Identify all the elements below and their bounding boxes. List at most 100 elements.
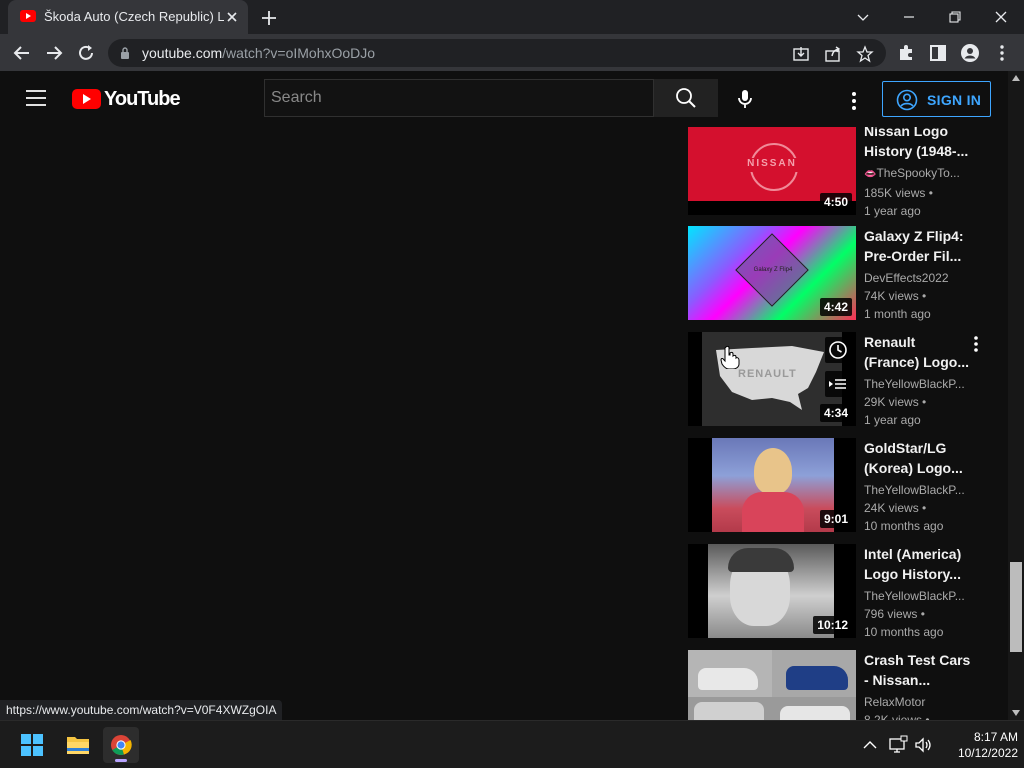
chrome-taskbar-button[interactable] — [103, 727, 139, 763]
settings-more-icon[interactable] — [842, 89, 866, 113]
video-thumbnail[interactable]: Galaxy Z Flip4 4:42 — [688, 226, 856, 320]
system-clock[interactable]: 8:17 AM 10/12/2022 — [938, 729, 1018, 761]
taskbar: 8:17 AM 10/12/2022 — [0, 720, 1024, 768]
video-title[interactable]: GoldStar/LG (Korea) Logo... — [864, 438, 974, 478]
close-window-button[interactable] — [978, 0, 1024, 34]
video-thumbnail[interactable]: 10:12 — [688, 544, 856, 638]
reload-icon[interactable] — [74, 41, 98, 65]
channel-name[interactable]: DevEffects2022 — [864, 269, 974, 287]
scrollbar-thumb[interactable] — [1010, 562, 1022, 652]
clock-time: 8:17 AM — [973, 730, 1018, 744]
sign-in-button[interactable]: SIGN IN — [882, 81, 991, 117]
scroll-down-icon[interactable] — [1012, 710, 1020, 716]
channel-name[interactable]: RelaxMotor — [864, 693, 974, 711]
channel-name[interactable]: TheYellowBlackP... — [864, 587, 974, 605]
account-circle-icon — [896, 89, 918, 111]
video-thumbnail[interactable]: RENAULT 4:34 — [688, 332, 856, 426]
extensions-puzzle-icon[interactable] — [896, 43, 916, 63]
url-text: youtube.com/watch?v=oIMohxOoDJo — [142, 45, 376, 61]
minimize-icon — [904, 16, 914, 18]
search-button[interactable] — [654, 79, 718, 117]
close-icon — [995, 11, 1007, 23]
action-menu-icon[interactable] — [970, 334, 982, 354]
start-button[interactable] — [14, 727, 50, 763]
channel-name[interactable]: 👄TheSpookyTo... — [864, 164, 974, 184]
install-app-icon[interactable] — [792, 45, 810, 63]
add-to-queue-button[interactable] — [825, 371, 851, 397]
browser-tab[interactable]: Škoda Auto (Czech Republic) Logo History — [8, 0, 248, 34]
chrome-icon — [111, 735, 132, 755]
view-count: 796 views • — [864, 607, 925, 621]
restore-button[interactable] — [932, 0, 978, 34]
active-app-indicator — [115, 759, 127, 762]
tab-strip: Škoda Auto (Czech Republic) Logo History — [0, 0, 1024, 34]
list-item[interactable]: NISSAN 4:50 Nissan Logo History (1948-...… — [688, 127, 1008, 218]
watch-later-button[interactable] — [825, 337, 851, 363]
list-item[interactable]: 10:12 Intel (America) Logo History... The… — [688, 544, 1008, 640]
minimize-button[interactable] — [886, 0, 932, 34]
channel-name[interactable]: TheYellowBlackP... — [864, 375, 974, 393]
channel-emoji-icon: 👄 — [864, 169, 877, 180]
view-count: 24K views • — [864, 501, 927, 515]
search-input[interactable] — [265, 80, 653, 116]
video-title[interactable]: Nissan Logo History (1948-... — [864, 127, 974, 161]
youtube-play-icon — [72, 89, 101, 109]
new-tab-icon[interactable] — [258, 7, 280, 29]
scroll-up-icon[interactable] — [1012, 75, 1020, 81]
tab-search-button[interactable] — [840, 0, 886, 34]
channel-name[interactable]: TheYellowBlackP... — [864, 481, 974, 499]
thumbnail-caption: NISSAN — [736, 158, 808, 172]
file-explorer-button[interactable] — [59, 727, 95, 763]
upload-age: 1 year ago — [864, 204, 921, 218]
volume-icon[interactable] — [913, 735, 933, 755]
search-box — [264, 79, 654, 117]
video-duration: 4:34 — [819, 404, 852, 422]
youtube-masthead: YouTube SIGN IN — [0, 71, 1008, 127]
windows-logo-icon — [21, 734, 43, 756]
video-thumbnail[interactable]: NISSAN 4:50 — [688, 127, 856, 215]
menu-icon[interactable] — [26, 90, 46, 106]
network-icon[interactable] — [888, 735, 908, 755]
upload-age: 1 month ago — [864, 307, 931, 321]
video-thumbnail[interactable]: 9:01 — [688, 438, 856, 532]
video-thumbnail[interactable] — [688, 650, 856, 720]
video-duration: 9:01 — [819, 510, 852, 528]
back-arrow-icon[interactable] — [10, 41, 34, 65]
close-tab-icon[interactable] — [224, 9, 240, 25]
sign-in-label: SIGN IN — [927, 92, 982, 108]
thumbnail-caption: RENAULT — [738, 368, 797, 380]
list-item[interactable]: Galaxy Z Flip4 4:42 Galaxy Z Flip4: Pre-O… — [688, 226, 1008, 322]
address-bar[interactable]: youtube.com/watch?v=oIMohxOoDJo — [108, 39, 886, 67]
bookmark-star-icon[interactable] — [856, 45, 874, 63]
lock-icon — [121, 47, 129, 59]
profile-icon[interactable] — [960, 43, 980, 63]
browser-menu-icon[interactable] — [992, 43, 1012, 63]
video-title[interactable]: Galaxy Z Flip4: Pre-Order Fil... — [864, 226, 974, 266]
folder-icon — [67, 737, 89, 754]
video-title[interactable]: Renault (France) Logo... — [864, 332, 974, 372]
browser-toolbar: youtube.com/watch?v=oIMohxOoDJo — [0, 34, 1024, 71]
link-status-bubble: https://www.youtube.com/watch?v=V0F4XWZg… — [0, 700, 283, 720]
show-hidden-icons-icon[interactable] — [860, 735, 880, 755]
video-title[interactable]: Crash Test Cars - Nissan... — [864, 650, 974, 690]
tab-title: Škoda Auto (Czech Republic) Logo History — [44, 9, 224, 24]
youtube-logo[interactable]: YouTube — [72, 88, 181, 110]
forward-arrow-icon[interactable] — [42, 41, 66, 65]
queue-icon — [829, 379, 846, 389]
list-item[interactable]: 9:01 GoldStar/LG (Korea) Logo... TheYello… — [688, 438, 1008, 534]
video-duration: 10:12 — [813, 616, 852, 634]
youtube-favicon-icon — [20, 10, 36, 22]
upload-age: 10 months ago — [864, 625, 944, 639]
logo-text: YouTube — [104, 88, 181, 110]
thumbnail-caption: Galaxy Z Flip4 — [753, 267, 793, 273]
side-panel-icon[interactable] — [928, 43, 948, 63]
video-duration: 4:42 — [819, 298, 852, 316]
share-icon[interactable] — [824, 45, 842, 63]
list-item[interactable]: Crash Test Cars - Nissan... RelaxMotor 8.… — [688, 650, 1008, 720]
clock-date: 10/12/2022 — [957, 746, 1018, 760]
hand-cursor-icon — [720, 345, 740, 369]
video-title[interactable]: Intel (America) Logo History... — [864, 544, 974, 584]
restore-icon — [949, 11, 961, 23]
related-videos-list: NISSAN 4:50 Nissan Logo History (1948-...… — [0, 127, 1008, 720]
microphone-icon[interactable] — [733, 87, 757, 111]
